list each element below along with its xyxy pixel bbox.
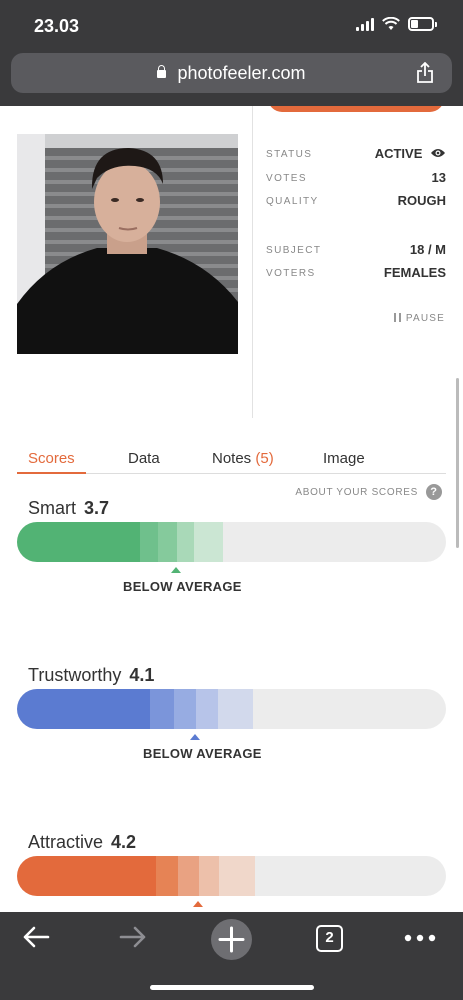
score-bar [17, 856, 446, 896]
more-options-icon[interactable] [404, 934, 436, 942]
bar-range-segment [177, 522, 194, 562]
subject-row: SUBJECT 18 / M [266, 242, 446, 257]
votes-label: VOTES [266, 173, 307, 184]
about-scores-label: ABOUT YOUR SCORES [295, 486, 418, 498]
forward-arrow-icon[interactable] [119, 926, 147, 948]
notes-count: (5) [255, 450, 274, 467]
score-name: Smart [28, 498, 77, 518]
url-text: photofeeler.com [177, 63, 306, 83]
votes-value: 13 [431, 170, 446, 185]
bar-range-segment [178, 856, 199, 896]
share-icon[interactable] [416, 62, 434, 84]
browser-bottom-bar: 2 [0, 912, 463, 1000]
tabs-count-button[interactable]: 2 [316, 925, 343, 952]
new-tab-button[interactable] [211, 919, 252, 960]
bar-range-segment [174, 689, 196, 729]
pause-button[interactable]: PAUSE [393, 313, 445, 324]
back-arrow-icon[interactable] [22, 926, 50, 948]
score-bar [17, 522, 446, 562]
eye-icon[interactable] [430, 148, 446, 158]
vertical-divider [252, 106, 253, 418]
score-bar [17, 689, 446, 729]
average-marker [171, 567, 181, 573]
profile-photo [17, 134, 238, 354]
address-bar[interactable]: photofeeler.com [11, 53, 452, 93]
bar-range-segment [199, 856, 219, 896]
bar-solid-segment [17, 522, 140, 562]
tab-notes-label: Notes [212, 450, 252, 467]
scrollbar[interactable] [456, 378, 459, 548]
bar-range-segment [140, 522, 158, 562]
status-label: STATUS [266, 149, 313, 160]
status-icons [356, 17, 437, 31]
subject-value: 18 / M [409, 242, 446, 257]
battery-icon [408, 17, 434, 31]
browser-top-bar: 23.03 photofeeler.com [0, 0, 463, 106]
score-tabs: Scores Data Notes (5) Image [17, 448, 446, 474]
score-value: 4.1 [129, 665, 155, 685]
bar-range-segment [150, 689, 174, 729]
pause-label: PAUSE [405, 313, 445, 324]
quality-value: ROUGH [397, 193, 446, 208]
score-verdict: BELOW AVERAGE [143, 746, 262, 761]
status-row: STATUS ACTIVE [266, 146, 446, 161]
home-indicator [150, 985, 314, 990]
votes-row: VOTES 13 [266, 170, 446, 185]
page-content: STATUS ACTIVE VOTES 13 QUALITY ROUGH SUB… [0, 106, 463, 912]
pause-icon [393, 313, 401, 322]
tab-image[interactable]: Image [323, 450, 365, 467]
voters-value: FEMALES [383, 265, 446, 280]
bar-range-segment [218, 689, 253, 729]
score-value: 3.7 [84, 498, 110, 518]
bar-range-segment [158, 522, 177, 562]
tab-scores[interactable]: Scores [28, 450, 75, 467]
voters-row: VOTERS FEMALES [266, 265, 446, 280]
subject-label: SUBJECT [266, 245, 322, 256]
voters-label: VOTERS [266, 268, 316, 279]
bar-range-segment [196, 689, 218, 729]
help-icon[interactable]: ? [426, 484, 442, 500]
bar-range-segment [219, 856, 255, 896]
plus-icon [218, 926, 245, 953]
tab-data[interactable]: Data [128, 450, 160, 467]
tab-notes[interactable]: Notes (5) [212, 450, 274, 467]
signal-icon [356, 17, 374, 31]
bar-range-segment [156, 856, 178, 896]
status-value: ACTIVE [374, 146, 423, 161]
orange-action-button[interactable] [268, 106, 444, 112]
score-verdict: BELOW AVERAGE [123, 579, 242, 594]
quality-label: QUALITY [266, 196, 319, 207]
wifi-icon [382, 17, 400, 30]
about-your-scores-link[interactable]: ABOUT YOUR SCORES ? [295, 484, 442, 500]
lock-icon [157, 65, 167, 78]
bar-solid-segment [17, 689, 150, 729]
battery-tip [435, 21, 437, 27]
status-time: 23.03 [34, 16, 80, 36]
average-marker [193, 901, 203, 907]
active-tab-underline [17, 472, 86, 474]
score-name: Trustworthy [28, 665, 122, 685]
bar-solid-segment [17, 856, 156, 896]
bar-range-segment [194, 522, 223, 562]
average-marker [190, 734, 200, 740]
score-value: 4.2 [111, 832, 137, 852]
score-name: Attractive [28, 832, 104, 852]
quality-row: QUALITY ROUGH [266, 193, 446, 208]
